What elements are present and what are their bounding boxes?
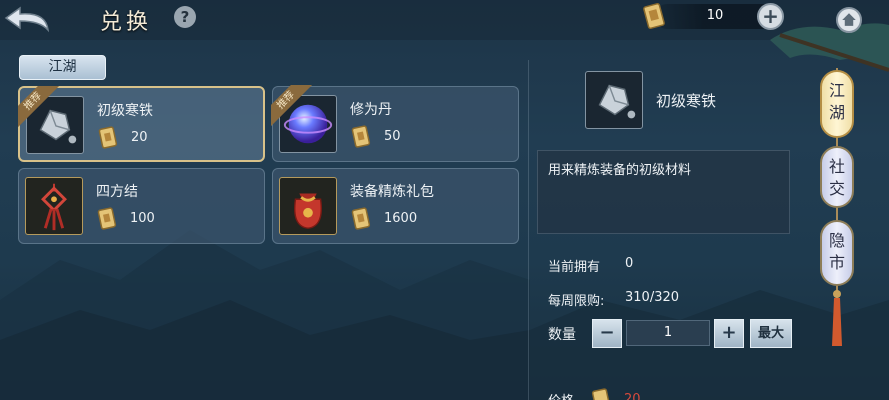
decrease-quantity-button[interactable]: − bbox=[592, 319, 622, 348]
quantity-input[interactable]: 1 bbox=[626, 320, 710, 346]
side-tab-jianghu[interactable]: 江湖 bbox=[820, 70, 854, 138]
owned-value: 0 bbox=[625, 256, 634, 271]
recommend-badge: 推荐 bbox=[271, 85, 313, 127]
item-name: 四方结 bbox=[96, 184, 138, 200]
weekly-limit-label: 每周限购: bbox=[548, 294, 605, 309]
shop-item-card[interactable]: 推荐 初级寒铁 20 bbox=[18, 86, 265, 162]
item-price: 20 bbox=[131, 130, 148, 145]
page-title: 兑换 bbox=[100, 10, 153, 35]
owned-label: 当前拥有 bbox=[548, 260, 601, 275]
add-currency-button[interactable]: + bbox=[757, 3, 784, 30]
token-icon bbox=[351, 125, 371, 148]
item-icon-frame bbox=[25, 177, 83, 235]
max-quantity-button[interactable]: 最大 bbox=[750, 319, 792, 348]
increase-quantity-button[interactable]: + bbox=[714, 319, 744, 348]
item-name: 初级寒铁 bbox=[97, 103, 153, 119]
total-price: 20 bbox=[624, 392, 641, 400]
token-icon bbox=[591, 388, 611, 400]
item-icon-frame bbox=[279, 177, 337, 235]
shop-item-card[interactable]: 四方结 100 bbox=[18, 168, 265, 244]
recommend-badge: 推荐 bbox=[18, 86, 60, 128]
gift-bag-icon bbox=[294, 193, 322, 229]
token-icon bbox=[98, 126, 118, 149]
shop-item-card[interactable]: 装备精炼礼包 1600 bbox=[272, 168, 519, 244]
chinese-knot-icon bbox=[41, 183, 67, 231]
detail-item-name: 初级寒铁 bbox=[656, 92, 717, 110]
description-box: 用来精炼装备的初级材料 bbox=[537, 150, 790, 234]
weekly-limit-value: 310/320 bbox=[625, 290, 680, 305]
shop-item-card[interactable]: 推荐 修为丹 50 bbox=[271, 85, 519, 162]
side-tab-label: 江湖 bbox=[828, 81, 845, 122]
side-tab-label: 隐市 bbox=[828, 231, 845, 272]
side-tab-social[interactable]: 社交 bbox=[820, 146, 854, 208]
iron-ore-icon bbox=[598, 84, 636, 119]
item-price: 50 bbox=[384, 129, 401, 144]
home-icon[interactable] bbox=[836, 7, 862, 33]
item-price: 1600 bbox=[384, 211, 418, 226]
item-name: 装备精炼礼包 bbox=[350, 184, 434, 200]
side-tab-hidden-market[interactable]: 隐市 bbox=[820, 220, 854, 286]
quantity-label: 数量 bbox=[548, 327, 576, 343]
panel-divider bbox=[528, 60, 529, 400]
back-arrow-icon[interactable] bbox=[2, 2, 60, 34]
detail-item-icon bbox=[585, 71, 643, 129]
token-icon bbox=[351, 207, 371, 230]
token-icon bbox=[97, 207, 117, 230]
help-button[interactable]: ? bbox=[174, 6, 196, 28]
side-tab-label: 社交 bbox=[828, 157, 845, 198]
item-description: 用来精炼装备的初级材料 bbox=[548, 163, 692, 178]
category-tab-jianghu[interactable]: 江湖 bbox=[19, 55, 106, 80]
price-label: 价格 bbox=[548, 390, 574, 400]
item-price: 100 bbox=[130, 211, 155, 226]
tassel-icon bbox=[832, 290, 842, 346]
item-name: 修为丹 bbox=[350, 102, 392, 118]
currency-amount: 10 bbox=[706, 8, 724, 23]
token-icon bbox=[643, 3, 665, 29]
